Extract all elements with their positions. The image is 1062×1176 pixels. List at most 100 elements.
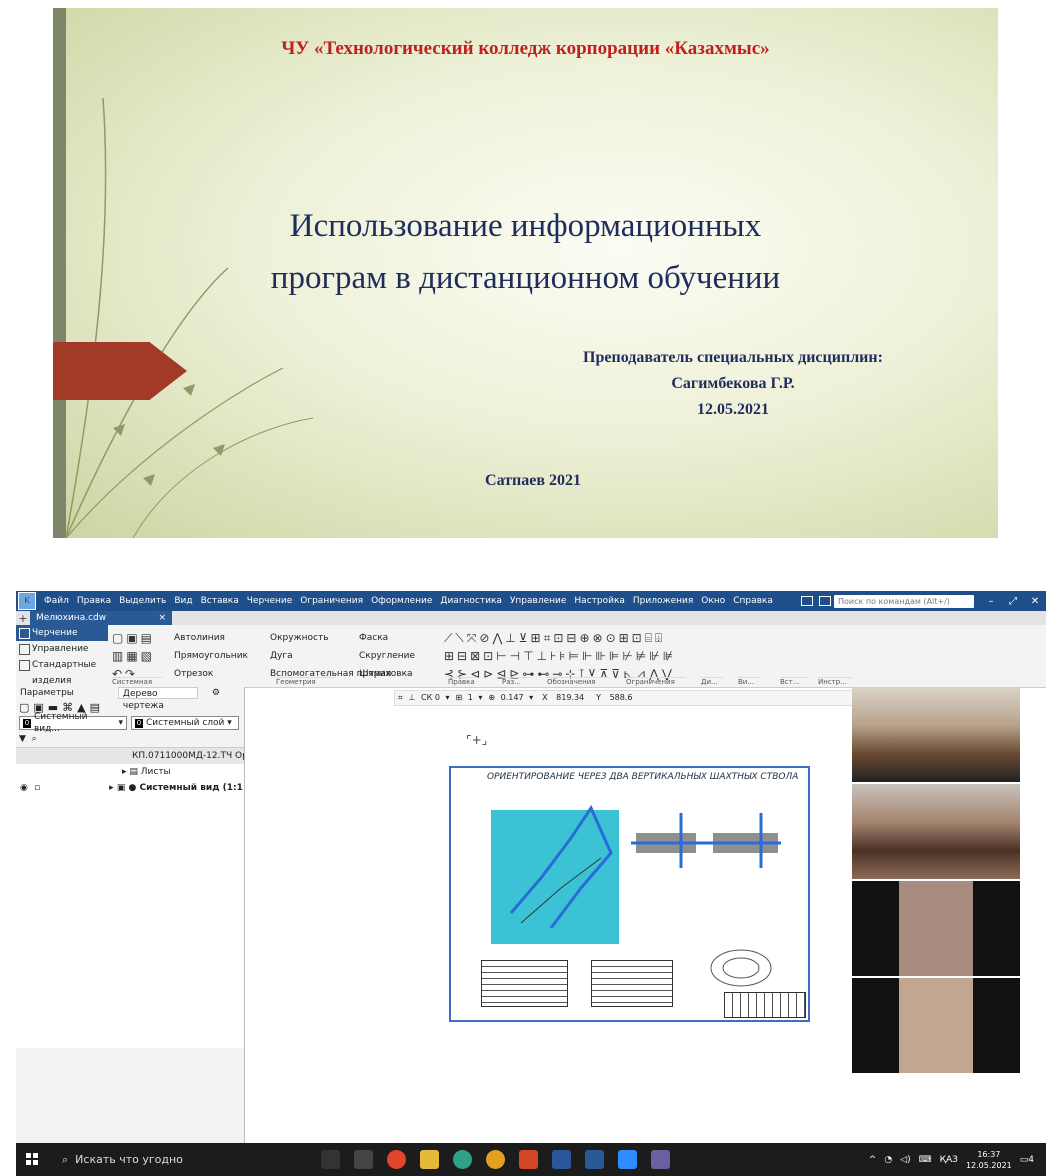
view-layer-row: 0 Системный вид... ▾ 0 Системный слой ▾ (16, 712, 244, 734)
taskbar-search[interactable]: ⌕ Искать что угодно (56, 1143, 312, 1176)
origin-marker-icon: ⌜+⌟ (466, 733, 488, 747)
tree-item-document[interactable]: КП.0711000МД-12.ТЧ Ор (16, 748, 244, 764)
menu-drafting[interactable]: Черчение (243, 596, 297, 606)
tool-rectangle[interactable]: Прямоугольник (174, 647, 248, 665)
camera-app-icon[interactable] (354, 1150, 373, 1169)
language-indicator[interactable]: ҚАЗ (940, 1155, 958, 1165)
y-coordinate: Y 588.6 (596, 693, 633, 702)
menu-manage[interactable]: Управление (506, 596, 570, 606)
powerpoint-icon[interactable] (519, 1150, 538, 1169)
tab-document[interactable]: Мелюхина.cdw × (30, 611, 172, 625)
clock[interactable]: 16:37 12.05.2021 (966, 1149, 1012, 1171)
app-logo-icon[interactable]: K (18, 592, 36, 610)
participant-video-1[interactable] (852, 687, 1020, 782)
zoom-value[interactable]: ⊕ 0.147 ▾ (488, 691, 533, 705)
manage-icon (19, 644, 30, 655)
menu-edit[interactable]: Правка (73, 596, 115, 606)
drafting-icon (19, 628, 30, 639)
group-vi: Ви... (738, 677, 760, 687)
layout-split-icon[interactable] (819, 596, 831, 606)
cs-dropdown[interactable]: ⊥ СК 0 ▾ (409, 691, 450, 705)
layout-icon[interactable] (801, 596, 813, 606)
menu-constraints[interactable]: Ограничения (296, 596, 367, 606)
slide-date: 12.05.2021 (697, 401, 769, 418)
tool-fillet[interactable]: Скругление (359, 647, 415, 665)
mode-standard-parts[interactable]: Стандартные изделия (16, 657, 108, 686)
menu-settings[interactable]: Настройка (570, 596, 629, 606)
menu-insert[interactable]: Вставка (197, 596, 243, 606)
notification-icon[interactable]: ▭4 (1020, 1155, 1034, 1165)
eye-icon[interactable]: ◉ (20, 783, 28, 793)
slide-organization: ЧУ «Технологический колледж корпорации «… (281, 38, 770, 59)
slide-title: Использование информационных програм в д… (53, 200, 998, 304)
menu-apps[interactable]: Приложения (629, 596, 697, 606)
tool-hatch[interactable]: Штриховка (359, 665, 415, 683)
tree-item-system-view[interactable]: ◉ ▫ ▸ ▣ ● Системный вид (1:1 (16, 780, 244, 796)
filter-icon[interactable]: ▼ (19, 734, 26, 744)
tab-close-icon[interactable]: × (158, 611, 166, 625)
tab-document-label: Мелюхина.cdw (36, 613, 107, 623)
search-icon: ⌕ (62, 1153, 69, 1166)
minimize-icon[interactable]: – (980, 596, 1002, 607)
windows-start-icon[interactable] (26, 1153, 38, 1165)
slide-teacher-name: Сагимбекова Г.Р. (671, 375, 795, 392)
layer-dropdown[interactable]: 0 Системный слой ▾ (131, 716, 239, 730)
tab-drawing-tree[interactable]: Дерево чертежа (117, 687, 198, 711)
kompas-icon[interactable] (585, 1150, 604, 1169)
participant-video-2[interactable] (852, 784, 1020, 879)
volume-icon[interactable]: ◁) (900, 1155, 910, 1165)
menu-help[interactable]: Справка (729, 596, 777, 606)
menu-window[interactable]: Окно (697, 596, 729, 606)
lock-icon[interactable]: ▫ (34, 783, 40, 793)
left-panel: Параметры Дерево чертежа ⚙ ▢▣▬⌘▲▤ 0 Систе… (16, 687, 245, 1143)
chevron-up-icon[interactable]: ^ (869, 1155, 877, 1165)
participant-video-4[interactable] (852, 978, 1020, 1073)
system-tools-icons[interactable]: ▢▣▤ ▥▦▧ ↶↷ (112, 629, 155, 683)
restore-icon[interactable]: ⤢ (1002, 596, 1024, 607)
layer-number[interactable]: ⊞ 1 ▾ (456, 691, 483, 705)
close-icon[interactable]: ✕ (1024, 596, 1046, 607)
tool-chamfer[interactable]: Фаска (359, 629, 415, 647)
keyboard-icon[interactable]: ⌨ (919, 1155, 932, 1165)
edge-icon[interactable] (453, 1150, 472, 1169)
tab-parameters[interactable]: Параметры (16, 687, 78, 699)
menu-diagnostics[interactable]: Диагностика (436, 596, 506, 606)
menu-select[interactable]: Выделить (115, 596, 170, 606)
zoom-icon[interactable] (618, 1150, 637, 1169)
word-icon[interactable] (552, 1150, 571, 1169)
mode-manage[interactable]: Управление (16, 641, 108, 657)
drawing-sheet[interactable]: ОРИЕНТИРОВАНИЕ ЧЕРЕЗ ДВА ВЕРТИКАЛЬНЫХ ША… (449, 766, 810, 1022)
taskbar-apps (321, 1150, 670, 1169)
snap-icon[interactable]: ⌗ (398, 691, 403, 705)
network-icon[interactable]: ◔ (884, 1155, 892, 1165)
chrome-icon[interactable] (486, 1150, 505, 1169)
command-search-input[interactable]: Поиск по командам (Alt+/) (834, 594, 974, 608)
menu-file[interactable]: Файл (40, 596, 73, 606)
group-geometry: Геометрия (276, 677, 336, 687)
file-explorer-icon[interactable] (420, 1150, 439, 1169)
tree-item-sheets[interactable]: ▸ ▤ Листы (16, 764, 244, 780)
menu-format[interactable]: Оформление (367, 596, 436, 606)
slide-footer: Сатпаев 2021 (485, 472, 581, 489)
participant-video-3[interactable] (852, 881, 1020, 976)
menu-view[interactable]: Вид (170, 596, 196, 606)
gear-icon[interactable]: ⚙ (208, 687, 224, 699)
presentation-slide: ЧУ «Технологический колледж корпорации «… (53, 8, 998, 538)
tool-segment[interactable]: Отрезок (174, 665, 248, 683)
view-dropdown[interactable]: 0 Системный вид... ▾ (19, 712, 127, 734)
group-tools: Инстр... (818, 677, 852, 687)
slide-teacher-block: Преподаватель специальных дисциплин: Саг… (533, 345, 933, 423)
task-view-icon[interactable] (321, 1150, 340, 1169)
tool-autoline[interactable]: Автолиния (174, 629, 248, 647)
app-icon[interactable] (651, 1150, 670, 1169)
ribbon-edit-icons[interactable]: ⟋⟍⤧⊘⋀⊥⊻⊞⌗⊡⊟⊕⊗⊙⊞⊡⌸⌹ ⊞⊟⊠⊡⊢⊣⊤⊥⊦⊧⊨⊩⊪⊫⊬⊭⊮⊯ ⊰⊱⊲⊳… (444, 629, 884, 683)
x-coordinate: X 819.34 (542, 693, 585, 702)
video-participants (852, 687, 1020, 1074)
opera-icon[interactable] (387, 1150, 406, 1169)
search-icon[interactable]: ⌕ (32, 734, 37, 744)
mode-drafting[interactable]: Черчение (16, 625, 108, 641)
drawing-tree: КП.0711000МД-12.ТЧ Ор ▸ ▤ Листы ◉ ▫ ▸ ▣ … (16, 747, 244, 1048)
group-sizes: Раз... (502, 677, 530, 687)
slide-title-line-2: програм в дистанционном обучении (270, 260, 781, 296)
new-tab-icon[interactable]: + (16, 612, 30, 625)
